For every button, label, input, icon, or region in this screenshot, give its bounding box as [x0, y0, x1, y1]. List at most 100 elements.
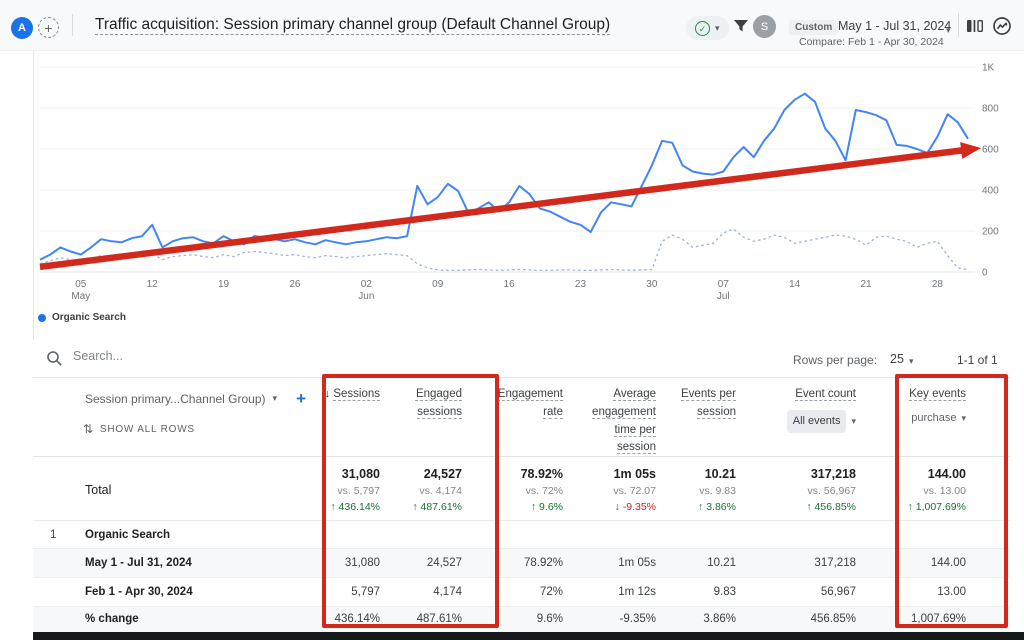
svg-text:16: 16 [504, 279, 516, 290]
compare-date-range: Compare: Feb 1 - Apr 30, 2024 [799, 36, 944, 48]
svg-text:0: 0 [982, 268, 988, 279]
svg-text:Jul: Jul [717, 291, 730, 302]
sessions-line-chart: 1K800600400200005May12192602Jun091623300… [0, 50, 1024, 312]
svg-text:26: 26 [289, 279, 301, 290]
legend-dot [38, 314, 46, 322]
rows-per-page-label: Rows per page: [793, 353, 877, 367]
svg-text:12: 12 [147, 279, 159, 290]
subrow-values: 436.14%487.61%9.6%-9.35%3.86%456.85%1,00… [320, 613, 1010, 625]
svg-text:800: 800 [982, 104, 999, 115]
table-cell: 3.86% [670, 613, 750, 625]
svg-text:400: 400 [982, 186, 999, 197]
date-range-selector[interactable]: May 1 - Jul 31, 2024 [838, 19, 951, 33]
top-header: A + Traffic acquisition: Session primary… [0, 0, 1024, 51]
chevron-down-icon[interactable]: ▾ [946, 26, 951, 35]
customize-report-icon[interactable] [966, 17, 984, 35]
column-header-sessions[interactable]: ↓ Sessions [320, 386, 400, 457]
table-cell: 13.00 [880, 586, 1010, 598]
column-header-avg-engagement-time[interactable]: Average engagement time per session [575, 386, 670, 457]
subrow-label: Feb 1 - Apr 30, 2024 [85, 586, 193, 598]
table-header-row: Session primary...Channel Group) ▾ + ⇅ S… [33, 378, 1010, 456]
search-input[interactable] [71, 348, 375, 364]
total-metric-cell: 1m 05svs. 72.07↓ -9.35% [575, 467, 670, 514]
total-metric-cell: 10.21vs. 9.83↑ 3.86% [670, 467, 750, 514]
date-preset-badge: Custom [789, 20, 838, 35]
report-status-dropdown[interactable]: ✓ ▾ [686, 16, 729, 40]
svg-text:1K: 1K [982, 63, 995, 74]
svg-text:09: 09 [432, 279, 444, 290]
column-header-engaged-sessions[interactable]: Engaged sessions [400, 386, 480, 457]
table-cell: 72% [480, 586, 575, 598]
table-cell: 5,797 [320, 586, 400, 598]
chevron-down-icon[interactable]: ▾ [909, 357, 914, 366]
search-icon [46, 350, 63, 367]
pagination-status: 1-1 of 1 [957, 353, 998, 367]
table-subrow-comparison-period: Feb 1 - Apr 30, 2024 5,7974,17472%1m 12s… [33, 577, 1010, 606]
svg-text:07: 07 [718, 279, 730, 290]
table-cell: 24,527 [400, 557, 480, 569]
subrow-values: 31,08024,52778.92%1m 05s10.21317,218144.… [320, 557, 1010, 569]
total-metric-cell: 78.92%vs. 72%↑ 9.6% [480, 467, 575, 514]
svg-text:600: 600 [982, 145, 999, 156]
total-metric-cell: 31,080vs. 5,797↑ 436.14% [320, 467, 400, 514]
svg-text:28: 28 [932, 279, 944, 290]
insights-icon[interactable] [992, 16, 1012, 36]
add-dimension-button[interactable]: + [296, 390, 306, 407]
metric-header-row: ↓ Sessions Engaged sessions Engagement rat… [320, 386, 1010, 457]
column-header-events-per-session[interactable]: Events per session [670, 386, 750, 457]
dimension-column-dropdown[interactable]: Session primary...Channel Group) ▾ + [85, 390, 306, 407]
unfold-rows-icon: ⇅ [83, 422, 94, 436]
ga4-traffic-acquisition-report: A + Traffic acquisition: Session primary… [0, 0, 1024, 640]
table-cell: 10.21 [670, 557, 750, 569]
header-divider [72, 14, 73, 36]
metric-label: Engaged sessions [416, 388, 462, 418]
table-cell: 1m 12s [575, 586, 670, 598]
analytics-account-avatar[interactable]: A [11, 17, 33, 39]
sort-descending-icon: ↓ [325, 388, 331, 400]
chevron-down-icon: ▾ [851, 417, 856, 426]
show-all-rows-button[interactable]: ⇅ SHOW ALL ROWS [83, 422, 195, 436]
table-cell: 56,967 [750, 586, 880, 598]
svg-text:19: 19 [218, 279, 230, 290]
report-title: Traffic acquisition: Session primary cha… [95, 16, 610, 34]
svg-text:23: 23 [575, 279, 587, 290]
chevron-down-icon: ▾ [715, 24, 720, 33]
filter-icon[interactable] [733, 18, 749, 34]
metric-label: Key events [909, 388, 966, 400]
column-header-engagement-rate[interactable]: Engagement rate [480, 386, 575, 457]
chevron-down-icon: ▾ [273, 394, 278, 403]
svg-text:30: 30 [646, 279, 658, 290]
check-icon: ✓ [695, 21, 710, 36]
event-count-filter-dropdown[interactable]: All events▾ [750, 410, 856, 433]
row-dimension-value: Organic Search [85, 529, 170, 541]
svg-text:21: 21 [860, 279, 872, 290]
rows-per-page-select[interactable]: 25 [890, 352, 904, 366]
column-header-key-events[interactable]: Key events purchase▾ [880, 386, 1010, 457]
add-comparison-button[interactable]: + [38, 17, 59, 38]
svg-text:200: 200 [982, 227, 999, 238]
table-cell: 487.61% [400, 613, 480, 625]
svg-text:May: May [71, 291, 90, 302]
table-cell: 436.14% [320, 613, 400, 625]
svg-text:14: 14 [789, 279, 801, 290]
table-subrow-current-period: May 1 - Jul 31, 2024 31,08024,52778.92%1… [33, 548, 1010, 577]
table-total-row: Total 31,080vs. 5,797↑ 436.14%24,527vs. … [33, 456, 1010, 520]
total-metrics: 31,080vs. 5,797↑ 436.14%24,527vs. 4,174↑… [320, 467, 1010, 514]
window-bottom-edge [33, 632, 1024, 640]
table-cell: 78.92% [480, 557, 575, 569]
subrow-label: % change [85, 613, 139, 625]
total-metric-cell: 317,218vs. 56,967↑ 456.85% [750, 467, 880, 514]
chevron-down-icon: ▾ [961, 414, 966, 423]
table-cell: 9.6% [480, 613, 575, 625]
table-toolbar: Rows per page: 25 ▾ 1-1 of 1 [33, 340, 1010, 378]
user-avatar[interactable]: S [753, 15, 776, 38]
table-cell: 9.83 [670, 586, 750, 598]
chart-legend: Organic Search [38, 312, 126, 323]
table-cell: 317,218 [750, 557, 880, 569]
table-row[interactable]: 1 Organic Search [33, 520, 1010, 548]
key-events-filter-dropdown[interactable]: purchase▾ [880, 410, 966, 427]
column-header-event-count[interactable]: Event countAll events▾ [750, 386, 880, 457]
total-metric-cell: 144.00vs. 13.00↑ 1,007.69% [880, 467, 1010, 514]
header-divider [958, 13, 959, 37]
table-cell: 1m 05s [575, 557, 670, 569]
